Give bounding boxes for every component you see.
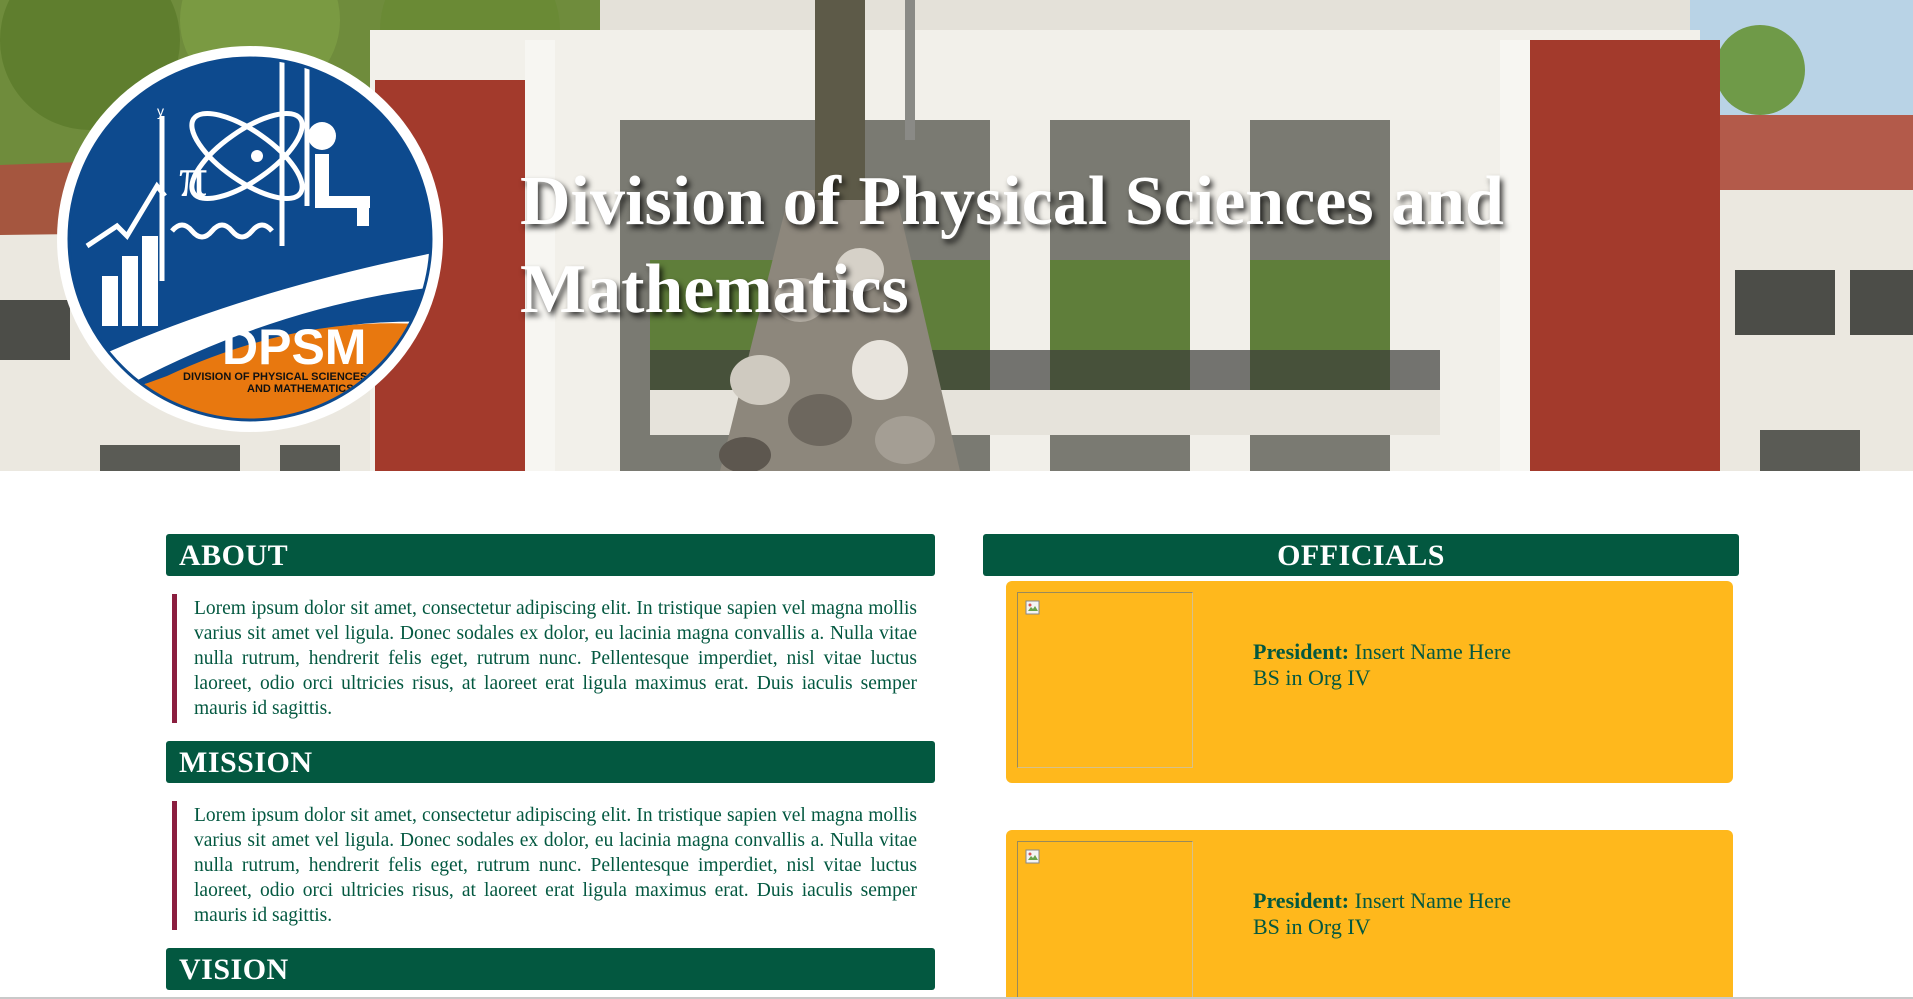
official-program: BS in Org IV bbox=[1253, 665, 1371, 690]
logo-caption-line1: DIVISION OF PHYSICAL SCIENCES bbox=[183, 371, 367, 383]
info-column: ABOUT Lorem ipsum dolor sit amet, consec… bbox=[166, 534, 935, 990]
mission-text: Lorem ipsum dolor sit amet, consectetur … bbox=[172, 801, 935, 930]
official-photo bbox=[1017, 592, 1193, 768]
site-title: Division of Physical Sciences and Mathem… bbox=[520, 163, 1504, 328]
about-section: ABOUT Lorem ipsum dolor sit amet, consec… bbox=[166, 534, 935, 723]
officials-column: OFFICIALS President: Insert Name Here BS… bbox=[983, 534, 1739, 999]
vision-header: VISION bbox=[166, 948, 935, 990]
about-header: ABOUT bbox=[166, 534, 935, 576]
official-role: President: bbox=[1253, 888, 1350, 913]
logo-caption-line2: AND MATHEMATICS bbox=[247, 383, 354, 395]
mission-header: MISSION bbox=[166, 741, 935, 783]
broken-image-icon bbox=[1025, 849, 1040, 864]
logo-axis-label: y bbox=[157, 103, 164, 119]
mission-section: MISSION Lorem ipsum dolor sit amet, cons… bbox=[166, 741, 935, 930]
vision-section: VISION bbox=[166, 948, 935, 990]
official-card: President: Insert Name Here BS in Org IV bbox=[1006, 830, 1733, 999]
official-info: President: Insert Name Here BS in Org IV bbox=[1253, 888, 1511, 940]
official-info: President: Insert Name Here BS in Org IV bbox=[1253, 639, 1511, 691]
official-name: Insert Name Here bbox=[1354, 639, 1512, 664]
officials-header: OFFICIALS bbox=[983, 534, 1739, 576]
broken-image-icon bbox=[1025, 600, 1040, 615]
dpsm-logo: y π DPSM DIVISION OF PHYSICAL SCIENCES A… bbox=[57, 46, 443, 432]
official-name: Insert Name Here bbox=[1354, 888, 1512, 913]
official-photo bbox=[1017, 841, 1193, 999]
hero-banner: Division of Physical Sciences and Mathem… bbox=[0, 0, 1913, 471]
logo-acronym: DPSM bbox=[222, 319, 366, 375]
logo-pi-symbol: π bbox=[179, 147, 207, 209]
official-program: BS in Org IV bbox=[1253, 914, 1371, 939]
official-role: President: bbox=[1253, 639, 1350, 664]
about-text: Lorem ipsum dolor sit amet, consectetur … bbox=[172, 594, 935, 723]
official-card: President: Insert Name Here BS in Org IV bbox=[1006, 581, 1733, 783]
